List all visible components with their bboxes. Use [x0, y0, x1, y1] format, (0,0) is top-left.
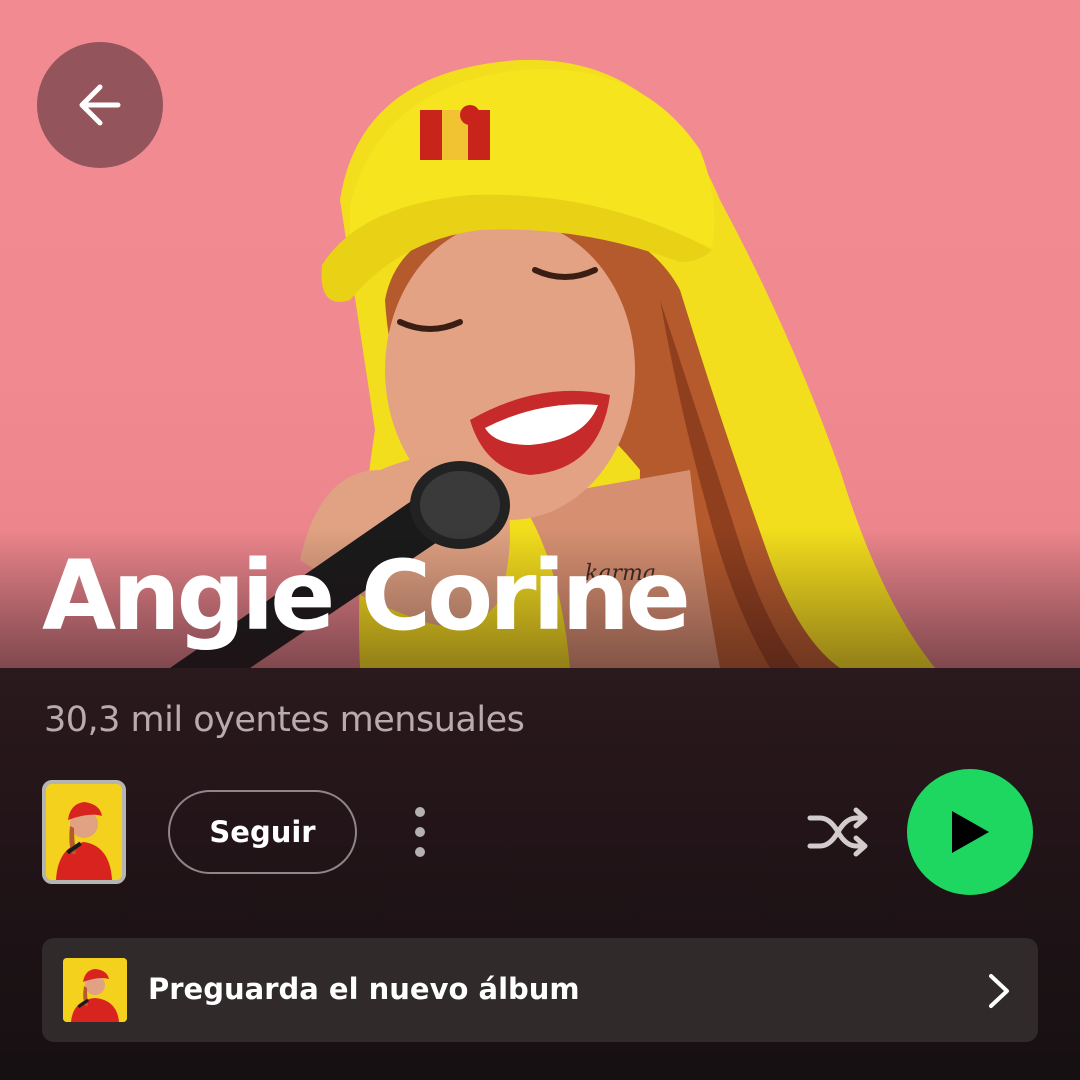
monthly-listeners: 30,3 mil oyentes mensuales — [44, 700, 525, 740]
chevron-right-icon — [989, 974, 1009, 1008]
album-art-image — [63, 958, 127, 1022]
presave-album-thumbnail — [63, 958, 127, 1022]
play-icon — [952, 811, 989, 853]
album-art-image — [46, 784, 122, 880]
artist-name: Angie Corine — [42, 540, 691, 652]
shuffle-icon — [807, 807, 868, 857]
arrow-left-icon — [79, 84, 121, 126]
more-options-button[interactable] — [396, 796, 444, 868]
shuffle-button[interactable] — [800, 796, 876, 868]
follow-button[interactable]: Seguir — [168, 790, 357, 874]
presave-album-label: Preguarda el nuevo álbum — [148, 972, 580, 1006]
back-button[interactable] — [37, 42, 163, 168]
more-vertical-icon — [415, 807, 425, 857]
play-button[interactable] — [907, 769, 1033, 895]
artist-preview-thumbnail[interactable] — [42, 780, 126, 884]
artist-header: karma Angie Corine — [0, 0, 1080, 668]
artist-content: 30,3 mil oyentes mensuales Seguir Pregua… — [0, 668, 1080, 1080]
presave-album-card[interactable]: Preguarda el nuevo álbum — [42, 938, 1038, 1042]
